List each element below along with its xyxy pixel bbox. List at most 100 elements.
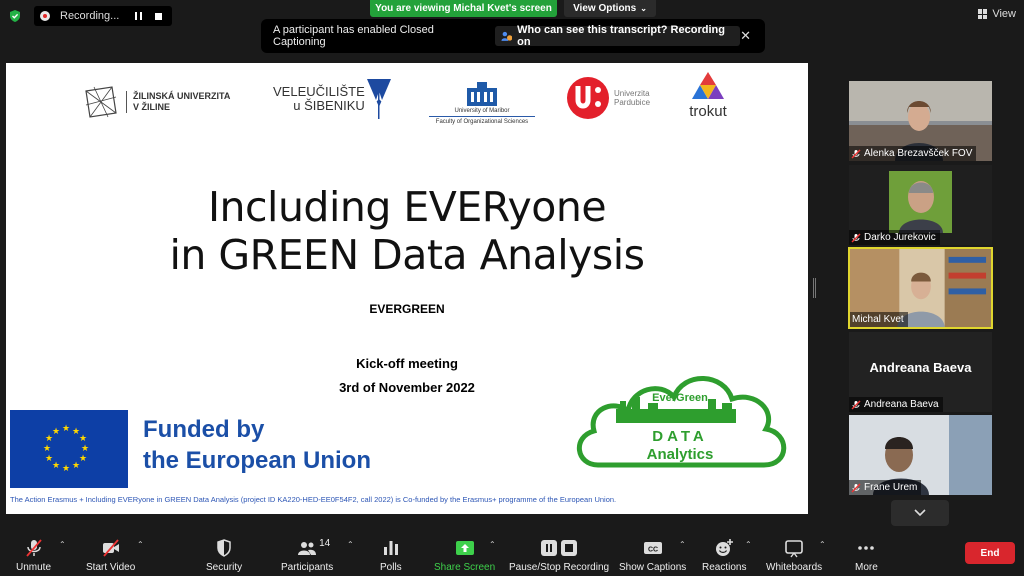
share-screen-label: Share Screen (434, 562, 496, 573)
participant-tile[interactable]: Darko Jurekovic (849, 165, 992, 245)
pardubice-logo: Univerzita Pardubice (566, 73, 666, 123)
recording-indicator: Recording... (34, 6, 172, 26)
shield-icon (217, 539, 231, 557)
mic-muted-icon (851, 483, 861, 492)
maribor-logo: University of Maribor Faculty of Organiz… (429, 73, 535, 125)
reactions-label: Reactions (702, 562, 747, 573)
participant-name-tag: Alenka Brezavšček FOV (849, 146, 977, 161)
more-label: More (855, 562, 878, 573)
smiley-add-icon (716, 539, 734, 556)
whiteboards-button[interactable]: Whiteboards (766, 538, 822, 573)
security-button[interactable]: Security (206, 538, 242, 573)
stop-recording-button[interactable] (150, 8, 166, 24)
view-options-button[interactable]: View Options ⌄ (564, 0, 656, 17)
mic-muted-icon (851, 149, 861, 158)
people-icon (298, 542, 317, 555)
pause-recording-button[interactable] (130, 8, 146, 24)
participants-label: Participants (281, 562, 334, 573)
participant-name: Alenka Brezavšček FOV (864, 148, 973, 159)
whiteboards-options-caret-icon[interactable]: ⌃ (819, 540, 826, 549)
mic-muted-icon (851, 400, 861, 409)
more-button[interactable]: More (855, 538, 878, 573)
maribor-building-icon (467, 82, 497, 106)
polls-button[interactable]: Polls (380, 538, 402, 573)
participant-name: Michal Kvet (852, 314, 904, 325)
slide-title-line-2: in GREEN Data Analysis (169, 231, 645, 279)
participant-name-tag: Frane Urem (849, 480, 922, 495)
close-icon[interactable]: ✕ (740, 28, 751, 44)
participants-button[interactable]: 14 Participants (281, 538, 333, 573)
start-video-button[interactable]: Start Video (86, 538, 135, 573)
funded-line-2: the European Union (143, 447, 371, 474)
participant-tile[interactable]: Frane Urem (849, 415, 992, 495)
funded-line-1: Funded by (143, 416, 265, 443)
meeting-toolbar: Unmute ⌃ Start Video ⌃ Security 14 Parti… (0, 532, 1024, 576)
participant-name-tag: Andreana Baeva (849, 397, 943, 412)
participant-tile[interactable]: Andreana Baeva Andreana Baeva (849, 332, 992, 412)
recording-dot-icon (40, 11, 50, 21)
pause-icon (134, 12, 142, 20)
participant-tile[interactable]: Alenka Brezavšček FOV (849, 81, 992, 161)
whiteboard-icon (785, 540, 803, 558)
trokut-logo: trokut (682, 71, 734, 125)
funded-by-eu-text: Funded by the European Union (143, 414, 371, 476)
eu-flag-icon: ★ ★ ★ ★ ★ ★ ★ ★ ★ ★ ★ ★ (10, 410, 128, 488)
unmute-button[interactable]: Unmute (16, 538, 51, 573)
participant-name: Darko Jurekovic (864, 232, 936, 243)
sibenik-emblem-icon (366, 79, 391, 119)
recording-label: Recording... (60, 10, 120, 22)
cloud-text-bottom: Analytics (647, 446, 714, 463)
svg-text:★: ★ (79, 453, 87, 463)
trokut-logo-text: trokut (689, 103, 727, 120)
view-button[interactable]: View (978, 5, 1016, 23)
reactions-button[interactable]: Reactions (702, 538, 746, 573)
slide-acronym: EVERGREEN (369, 302, 445, 316)
viewing-screen-banner: You are viewing Michal Kvet's screen (370, 0, 557, 17)
share-screen-icon (455, 541, 474, 555)
pardubice-logo-text-1: Univerzita (614, 89, 650, 98)
slide-title-line-1: Including EVERyone (207, 183, 607, 231)
view-button-label: View (992, 8, 1016, 20)
split-resize-handle[interactable] (813, 278, 816, 298)
uniza-logo: ŽILINSKÁ UNIVERZITA V ŽILINE (82, 81, 247, 123)
poll-chart-icon (383, 541, 398, 555)
chevron-down-icon: ⌄ (640, 4, 647, 13)
cloud-text-mid: DATA (652, 428, 707, 445)
end-meeting-button[interactable]: End (965, 542, 1015, 564)
captions-options-caret-icon[interactable]: ⌃ (679, 540, 686, 549)
closed-caption-banner: A participant has enabled Closed Caption… (261, 19, 765, 53)
pause-stop-recording-button[interactable]: Pause/Stop Recording (509, 538, 609, 573)
sibenik-logo: VELEUČILIŠTE u ŠIBENIKU (273, 75, 393, 123)
polls-label: Polls (380, 562, 402, 573)
participant-name-tag: Darko Jurekovic (849, 230, 940, 245)
svg-text:★: ★ (81, 443, 89, 453)
show-captions-button[interactable]: CC Show Captions (619, 538, 686, 573)
cc-link-label: Who can see this transcript? Recording o… (517, 24, 725, 48)
video-options-caret-icon[interactable]: ⌃ (137, 540, 144, 549)
mic-muted-icon (851, 233, 861, 242)
reactions-options-caret-icon[interactable]: ⌃ (745, 540, 752, 549)
transcript-info-link[interactable]: Who can see this transcript? Recording o… (494, 24, 741, 48)
share-screen-button[interactable]: Share Screen (434, 538, 495, 573)
svg-text:★: ★ (79, 433, 87, 443)
audio-options-caret-icon[interactable]: ⌃ (59, 540, 66, 549)
record-controls-icon (539, 538, 579, 558)
svg-text:★: ★ (62, 423, 70, 433)
sibenik-logo-text-2: u ŠIBENIKU (293, 98, 365, 113)
cc-banner-message: A participant has enabled Closed Caption… (273, 24, 434, 48)
participants-options-caret-icon[interactable]: ⌃ (347, 540, 354, 549)
cloud-text-top: EverGreen (652, 392, 708, 404)
participant-name: Andreana Baeva (864, 399, 939, 410)
mic-muted-icon (25, 539, 42, 557)
pause-stop-recording-label: Pause/Stop Recording (509, 562, 610, 573)
gallery-next-page-button[interactable] (891, 500, 949, 526)
uniza-logo-text: ŽILINSKÁ UNIVERZITA V ŽILINE (126, 91, 230, 113)
pause-stop-icon (541, 540, 578, 556)
zoom-meeting-window: Recording... You are viewing Michal Kvet… (0, 0, 1024, 576)
participant-tile-active-speaker[interactable]: Michal Kvet (848, 247, 993, 329)
slide-disclaimer: The Action Erasmus + Including EVERyone … (10, 495, 617, 504)
participant-name: Frane Urem (864, 482, 918, 493)
shield-check-icon[interactable] (8, 9, 22, 23)
share-options-caret-icon[interactable]: ⌃ (489, 540, 496, 549)
slide-title: Including EVERyone in GREEN Data Analysi… (6, 183, 808, 279)
